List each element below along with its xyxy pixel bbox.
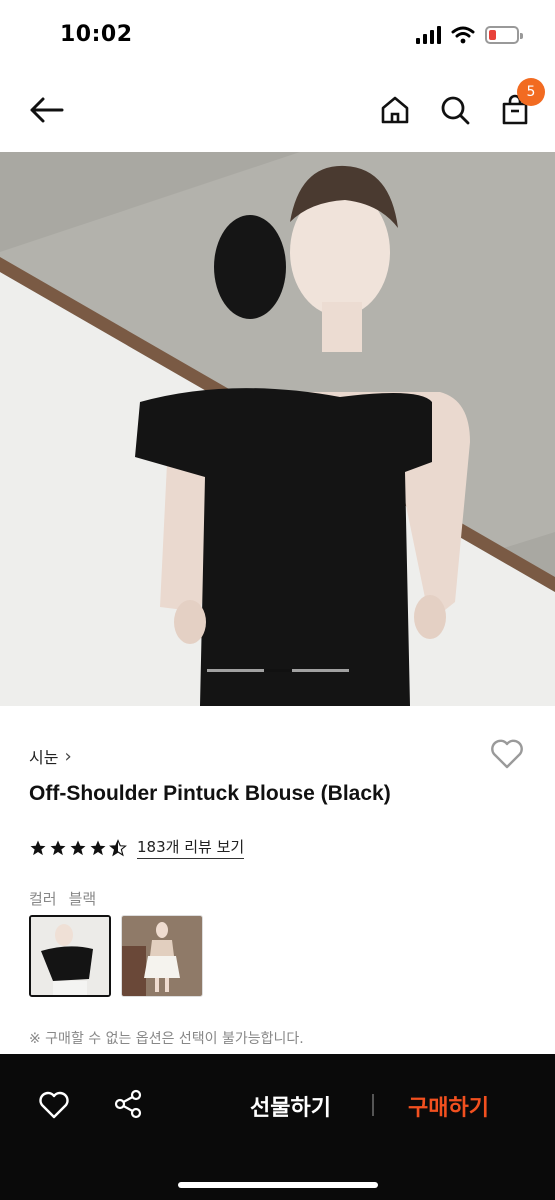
color-swatches [29, 915, 203, 997]
gallery-pager [207, 669, 349, 672]
wishlist-button[interactable] [489, 738, 525, 772]
review-link[interactable]: 183개 리뷰 보기 [137, 836, 245, 859]
search-icon [441, 96, 470, 125]
signal-icon [416, 26, 441, 44]
product-info: 시눈 › Off-Shoulder Pintuck Blouse (Black)… [0, 706, 555, 1056]
bottom-action-bar: 선물하기 구매하기 [0, 1054, 555, 1200]
color-option-label: 컬러 블랙 [29, 888, 96, 909]
buy-button[interactable]: 구매하기 [408, 1090, 489, 1122]
product-image-gallery[interactable] [0, 152, 555, 706]
arrow-left-icon [30, 97, 64, 123]
search-button[interactable] [437, 90, 473, 130]
color-swatch-black[interactable] [29, 915, 111, 997]
share-icon [114, 1089, 142, 1119]
nav-actions: 5 [377, 78, 545, 130]
star-rating [29, 838, 127, 857]
star-half-icon [109, 838, 127, 856]
heart-outline-icon [39, 1091, 69, 1119]
status-icons [416, 26, 523, 44]
home-indicator [178, 1182, 378, 1188]
pager-segment [292, 669, 349, 672]
option-notice: ※ 구매할 수 없는 옵션은 선택이 불가능합니다. [29, 1031, 304, 1047]
pager-segment-active [264, 669, 292, 672]
nav-bar: 5 [0, 70, 555, 150]
swatch-thumbnail [31, 917, 109, 995]
rating-row: 183개 리뷰 보기 [29, 836, 245, 859]
product-title: Off-Shoulder Pintuck Blouse (Black) [29, 782, 391, 805]
chevron-right-icon: › [64, 745, 72, 767]
color-label: 컬러 [29, 890, 57, 908]
share-button[interactable] [112, 1088, 144, 1120]
home-button[interactable] [377, 90, 413, 130]
bottom-wishlist-button[interactable] [38, 1090, 70, 1120]
star-icon [30, 840, 46, 855]
cart-button[interactable]: 5 [497, 78, 545, 130]
heart-outline-icon [491, 739, 523, 769]
pager-segment [207, 669, 264, 672]
product-photo [0, 152, 555, 706]
wifi-icon [451, 26, 475, 44]
color-swatch-other[interactable] [121, 915, 203, 997]
divider [372, 1094, 374, 1116]
status-time: 10:02 [60, 22, 133, 47]
star-icon [50, 840, 66, 855]
star-icon [70, 840, 86, 855]
gift-button[interactable]: 선물하기 [250, 1090, 331, 1122]
brand-link[interactable]: 시눈 › [29, 744, 72, 768]
home-icon [381, 96, 409, 124]
swatch-thumbnail [122, 916, 202, 996]
cart-count-badge: 5 [517, 78, 545, 106]
brand-name: 시눈 [29, 748, 59, 767]
battery-icon [485, 26, 523, 44]
back-button[interactable] [26, 92, 66, 128]
star-icon [90, 840, 106, 855]
status-bar: 10:02 [0, 0, 555, 70]
color-value: 블랙 [68, 890, 97, 908]
